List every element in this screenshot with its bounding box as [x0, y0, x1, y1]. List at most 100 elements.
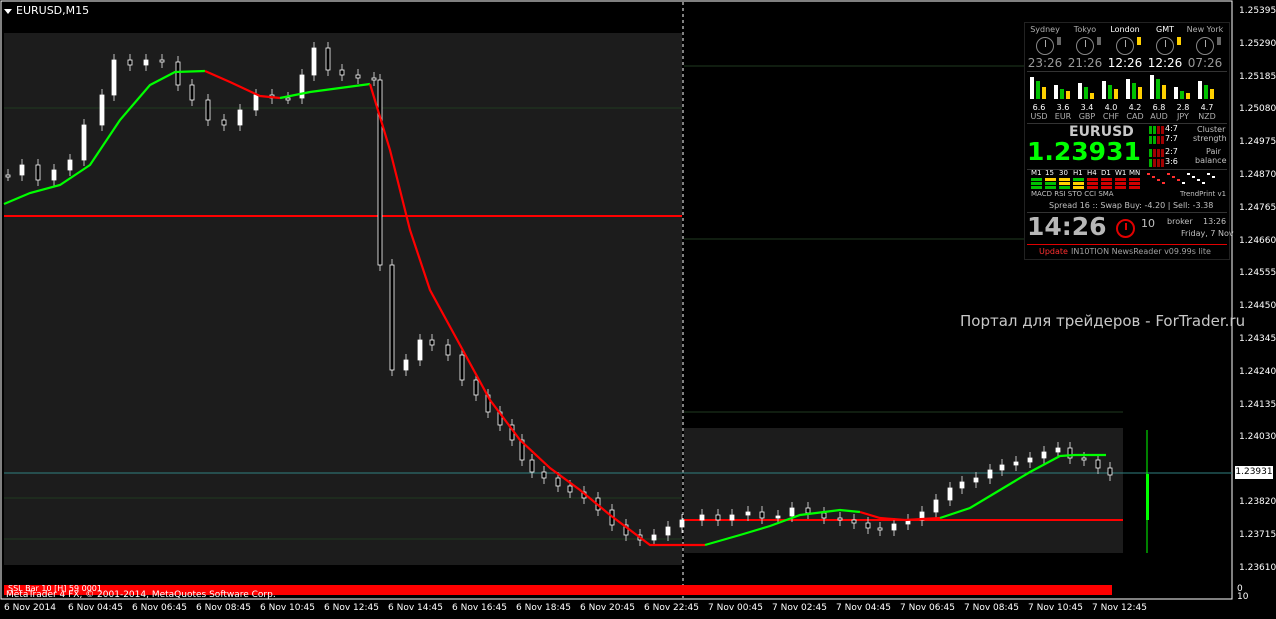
dropdown-triangle-icon[interactable]: [4, 8, 12, 14]
candle-body: [417, 339, 423, 361]
price-tick-label: 1.24660: [1239, 235, 1276, 246]
signal-square: [1101, 186, 1112, 189]
currency-name: JPY: [1177, 112, 1189, 121]
time-tick-label: 6 Nov 06:45: [132, 603, 187, 613]
strength-bar: [1060, 89, 1064, 99]
cluster-bar: [1153, 136, 1156, 144]
signal-square: [1059, 182, 1070, 185]
strength-bar: [1054, 85, 1058, 99]
trend-dot: [1202, 182, 1205, 184]
time-tick-label: 6 Nov 04:45: [68, 603, 123, 613]
timeframe-label: 15: [1045, 169, 1054, 177]
candle-body: [81, 124, 87, 161]
candle-body: [775, 515, 781, 519]
update-link[interactable]: Update: [1039, 247, 1068, 256]
city-name: Sydney: [1030, 25, 1060, 34]
candle-body: [987, 469, 993, 479]
city-time: 12:26: [1147, 56, 1183, 70]
candle-body: [1107, 467, 1113, 476]
side-scale-bottom: 10: [1237, 592, 1249, 602]
strength-bar: [1198, 81, 1202, 99]
currency-value: 3.4: [1080, 103, 1094, 112]
time-tick-label: 7 Nov 06:45: [900, 603, 955, 613]
timeframe-label: 30: [1059, 169, 1068, 177]
candle-body: [651, 534, 657, 541]
time-tick-label: 7 Nov 04:45: [836, 603, 891, 613]
candle-body: [877, 527, 883, 531]
timeframe-label: H1: [1073, 169, 1083, 177]
panel-divider: [1027, 71, 1227, 72]
time-axis: 6 Nov 2014 6 Nov 04:45 6 Nov 06:45 6 Nov 08…: [0, 600, 1233, 619]
trend-dot: [1207, 173, 1210, 175]
cluster-label: Cluster: [1197, 125, 1226, 134]
balance-bar: [1149, 149, 1152, 157]
info-panel: EURUSD 1.23931 4:7 7:7 Cluster strength …: [1024, 22, 1234, 260]
candle-body: [947, 487, 953, 501]
signal-square: [1073, 182, 1084, 185]
price-marker-bar: [1146, 474, 1149, 520]
city-time: 23:26: [1027, 56, 1063, 70]
strength-bar: [1102, 81, 1106, 99]
price-tick-label: 1.24975: [1239, 137, 1276, 148]
clock-icon: [1036, 37, 1054, 55]
currency-value: 4.2: [1128, 103, 1142, 112]
candle-body: [237, 109, 243, 126]
signal-square: [1115, 186, 1126, 189]
candle-body: [429, 339, 435, 346]
candle-body: [699, 514, 705, 521]
time-tick-label: 7 Nov 12:45: [1092, 603, 1147, 613]
timeframe-label: H4: [1087, 169, 1097, 177]
candle-body: [51, 169, 57, 181]
currency-value: 6.8: [1152, 103, 1166, 112]
signal-square: [1087, 182, 1098, 185]
candle-body: [959, 481, 965, 489]
candle-body: [805, 507, 811, 514]
strength-bar: [1132, 83, 1136, 99]
strength-label: strength: [1193, 134, 1227, 143]
candle-body: [35, 164, 41, 181]
price-tick-label: 1.25290: [1239, 38, 1276, 49]
trend-dot: [1197, 179, 1200, 181]
candle-body: [5, 174, 11, 178]
candle-body: [371, 77, 377, 81]
time-tick-label: 6 Nov 14:45: [388, 603, 443, 613]
signal-square: [1045, 178, 1056, 181]
signal-square: [1059, 178, 1070, 181]
strength-bar: [1084, 87, 1088, 99]
cluster-bar: [1161, 136, 1164, 144]
trend-dot: [1157, 179, 1160, 181]
candle-body: [445, 344, 451, 356]
candle-body: [205, 99, 211, 121]
strength-bar: [1156, 79, 1160, 99]
balance-ratio-top: 2:7: [1165, 147, 1178, 156]
price-tick-label: 1.25080: [1239, 104, 1276, 115]
signal-square: [1073, 186, 1084, 189]
city-name: Tokyo: [1073, 25, 1097, 34]
signal-square: [1115, 178, 1126, 181]
currency-name: EUR: [1054, 112, 1072, 121]
candle-body: [311, 47, 317, 76]
price-tick-label: 1.23715: [1239, 529, 1276, 540]
candle-body: [851, 519, 857, 524]
candle-body: [1027, 457, 1033, 463]
candle-body: [999, 464, 1005, 471]
strength-bar: [1036, 81, 1040, 99]
candle-body: [1081, 457, 1087, 461]
candle-body: [325, 47, 331, 71]
signal-square: [1115, 182, 1126, 185]
trend-dot: [1192, 176, 1195, 178]
trend-dot: [1162, 182, 1165, 184]
candle-body: [865, 522, 871, 529]
candle-body: [389, 264, 395, 371]
candle-body: [973, 477, 979, 483]
time-tick-label: 6 Nov 2014: [4, 603, 56, 613]
candle-body: [253, 94, 259, 111]
signal-square: [1087, 178, 1098, 181]
session-indicator: [1177, 37, 1181, 45]
candle-body: [127, 59, 133, 66]
candle-body: [355, 74, 361, 79]
signal-square: [1129, 182, 1140, 185]
signal-square: [1129, 178, 1140, 181]
price-tick-label: 1.23820: [1239, 497, 1276, 507]
currency-value: 2.8: [1176, 103, 1190, 112]
